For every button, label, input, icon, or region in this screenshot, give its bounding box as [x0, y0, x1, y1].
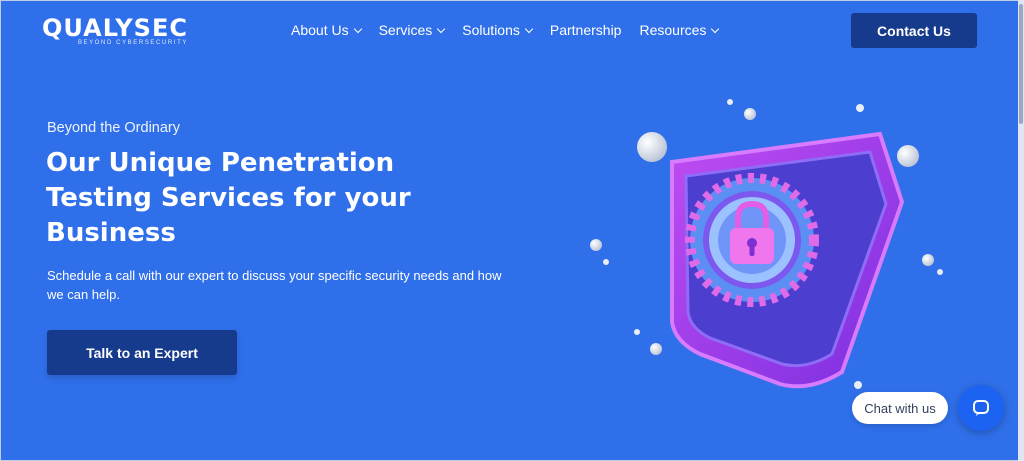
chevron-down-icon — [437, 24, 446, 33]
sphere — [922, 254, 934, 266]
sphere — [650, 343, 662, 355]
chevron-down-icon — [353, 24, 362, 33]
sphere — [856, 104, 864, 112]
contact-us-button[interactable]: Contact Us — [851, 13, 977, 48]
nav-item-label: Partnership — [549, 22, 622, 38]
nav-item-services[interactable]: Services — [378, 22, 446, 38]
sphere — [634, 329, 640, 335]
nav-item-label: Solutions — [462, 22, 520, 38]
sphere — [937, 269, 943, 275]
nav-item-label: About Us — [291, 22, 349, 38]
chevron-down-icon — [711, 24, 720, 33]
main-nav: About Us Services Solutions Partnership … — [291, 22, 720, 38]
hero-title: Our Unique Penetration Testing Services … — [46, 148, 411, 248]
nav-item-label: Resources — [639, 22, 707, 38]
chevron-down-icon — [524, 24, 534, 33]
chat-launcher-button[interactable] — [958, 385, 1004, 431]
hero-eyebrow: Beyond the Ordinary — [47, 120, 180, 136]
scrollbar[interactable] — [1018, 0, 1024, 461]
sphere — [637, 132, 667, 162]
scrollbar-thumb[interactable] — [1019, 4, 1023, 124]
sphere — [727, 99, 733, 105]
brand-logo[interactable]: QUALYSEC BEYOND CYBERSECURITY — [42, 14, 188, 46]
sphere — [590, 239, 602, 251]
nav-item-about-us[interactable]: About Us — [291, 22, 362, 38]
nav-item-partnership[interactable]: Partnership — [550, 22, 622, 38]
sphere — [744, 108, 756, 120]
nav-item-solutions[interactable]: Solutions — [462, 22, 534, 38]
chat-with-us-bubble[interactable]: Chat with us — [852, 392, 948, 424]
nav-item-resources[interactable]: Resources — [639, 22, 720, 38]
shield-lock-icon — [590, 99, 943, 389]
sphere — [897, 145, 919, 167]
sphere — [854, 381, 862, 389]
nav-item-label: Services — [378, 22, 433, 38]
sphere — [603, 259, 609, 265]
keyhole-slot — [749, 246, 755, 256]
brand-name: QUALYSEC — [42, 14, 188, 42]
talk-to-expert-button[interactable]: Talk to an Expert — [47, 330, 237, 375]
chat-icon — [973, 400, 989, 416]
hero-subtitle: Schedule a call with our expert to discu… — [47, 268, 502, 302]
